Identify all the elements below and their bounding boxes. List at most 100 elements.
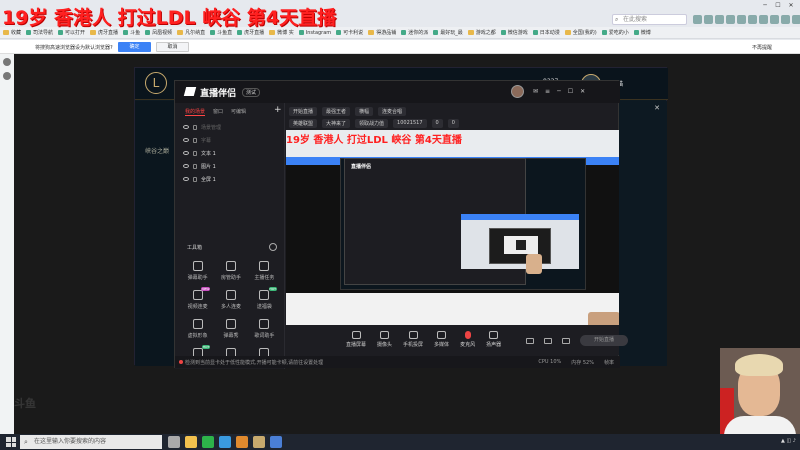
eye-icon[interactable] xyxy=(183,151,189,155)
tool-button[interactable]: 房管助手 xyxy=(214,261,247,281)
source-button[interactable]: 手机投屏 xyxy=(403,331,423,348)
tool-button[interactable]: NEW 视频连麦 xyxy=(181,287,214,310)
scene-tab[interactable]: 可编辑 xyxy=(231,108,246,116)
tool-button[interactable]: HOT 送福袋 xyxy=(248,287,281,310)
start-live-button[interactable]: 开始直播 xyxy=(580,335,628,346)
tool-button[interactable]: 歌词助手 xyxy=(248,319,281,339)
info-pill[interactable]: 横幅 xyxy=(355,107,374,116)
bookmark-item[interactable]: 爱吃的小 xyxy=(601,29,629,36)
source-button[interactable]: 扬声器 xyxy=(486,331,501,348)
extension-icon[interactable] xyxy=(770,15,779,24)
bookmark-item[interactable]: 游戏之都 xyxy=(467,29,496,36)
info-pill[interactable]: 最强王者 xyxy=(322,107,351,116)
bookmark-item[interactable]: 斗鱼 xyxy=(123,29,140,36)
tool-button[interactable]: 弹幕秀 xyxy=(214,319,247,339)
bookmark-item[interactable]: 得游品铺 xyxy=(368,29,396,36)
bookmark-item[interactable]: 最好玩_最 xyxy=(433,29,463,36)
rail-icon[interactable] xyxy=(3,58,11,66)
bookmark-item[interactable]: 迷你的派 xyxy=(401,29,428,36)
eye-icon[interactable] xyxy=(183,164,189,168)
bookmark-item[interactable]: 全国(我的) xyxy=(564,29,597,36)
lock-icon[interactable] xyxy=(193,137,197,143)
scene-item[interactable]: 场景管理 xyxy=(183,123,221,131)
info-pill[interactable]: 连麦合唱 xyxy=(378,107,407,116)
minimize-icon[interactable]: ─ xyxy=(760,2,770,10)
bookmark-item[interactable]: 微博 xyxy=(633,29,651,36)
bookmark-item[interactable]: 斗鱼直 xyxy=(210,29,232,36)
taskbar-search-input[interactable]: ⌕ 在这里输入你要搜索的内容 xyxy=(20,435,162,449)
source-button[interactable]: 多媒体 xyxy=(434,331,449,348)
search-input[interactable]: ⌕ 在此搜索 xyxy=(612,14,687,25)
bookmark-item[interactable]: 可以打开 xyxy=(58,29,85,36)
extension-icon[interactable] xyxy=(748,15,757,24)
lock-icon[interactable] xyxy=(193,163,197,169)
camera-icon[interactable] xyxy=(526,337,534,344)
bookmark-item[interactable]: 微博 实 xyxy=(269,29,294,36)
bookmark-item[interactable]: Instagram xyxy=(298,30,331,36)
notify-dont-remind[interactable]: 不再提醒 xyxy=(752,44,772,51)
extension-icon[interactable] xyxy=(726,15,735,24)
scene-item[interactable]: 字幕 xyxy=(183,136,221,144)
info-pill[interactable]: 开始直播 xyxy=(289,107,318,116)
scene-tab[interactable]: 窗口 xyxy=(213,108,223,116)
task-view-icon[interactable] xyxy=(168,436,180,448)
maximize-icon[interactable]: ☐ xyxy=(568,88,573,95)
lol-icon[interactable] xyxy=(253,436,265,448)
extension-icon[interactable] xyxy=(704,15,713,24)
scene-tab[interactable]: 我的场景 xyxy=(185,108,206,116)
extension-icon[interactable] xyxy=(759,15,768,24)
avatar[interactable] xyxy=(511,85,524,98)
source-button[interactable]: 摄像头 xyxy=(377,331,392,348)
bookmark-item[interactable]: 虎牙直播 xyxy=(237,29,264,36)
eye-icon[interactable] xyxy=(183,138,189,142)
close-icon[interactable]: ✕ xyxy=(786,2,796,10)
close-icon[interactable]: ✕ xyxy=(654,104,660,112)
windows-start-icon[interactable] xyxy=(6,437,16,447)
eye-icon[interactable] xyxy=(183,125,189,129)
add-scene-icon[interactable]: + xyxy=(274,105,282,115)
rail-icon[interactable] xyxy=(3,72,11,80)
file-explorer-icon[interactable] xyxy=(185,436,197,448)
bookmark-item[interactable]: 收藏 xyxy=(3,29,21,36)
tool-button[interactable]: 多人连麦 xyxy=(214,290,247,310)
tool-button[interactable]: 弹幕助手 xyxy=(181,261,214,281)
app-icon[interactable] xyxy=(236,436,248,448)
bookmark-item[interactable]: 司法导航 xyxy=(26,29,53,36)
gear-icon[interactable] xyxy=(269,243,277,251)
extension-icon[interactable] xyxy=(792,15,800,24)
lock-icon[interactable] xyxy=(193,124,197,130)
extension-icon[interactable] xyxy=(693,15,702,24)
extension-icon[interactable] xyxy=(715,15,724,24)
extension-icon[interactable] xyxy=(781,15,790,24)
app-icon[interactable] xyxy=(270,436,282,448)
notify-ok-button[interactable]: 确定 xyxy=(118,42,151,52)
bookmark-item[interactable]: 凤凰视频 xyxy=(145,29,172,36)
bookmark-icon xyxy=(58,30,64,35)
bookmark-item[interactable]: 凡尔纳直 xyxy=(177,29,205,36)
maximize-icon[interactable]: ☐ xyxy=(773,2,783,10)
app-icon[interactable] xyxy=(219,436,231,448)
bookmark-item[interactable]: 微信游戏 xyxy=(500,29,528,36)
source-button[interactable]: 直播屏幕 xyxy=(346,331,366,348)
eye-icon[interactable] xyxy=(183,177,189,181)
eye-icon[interactable] xyxy=(544,337,552,344)
bookmark-item[interactable]: 可卡利说 xyxy=(336,29,363,36)
menu-icon[interactable]: ≡ xyxy=(545,88,550,95)
tool-button[interactable]: 虚拟形象 xyxy=(181,319,214,339)
gear-icon[interactable] xyxy=(562,337,570,344)
source-button[interactable]: 麦克风 xyxy=(460,331,475,348)
minimize-icon[interactable]: ─ xyxy=(557,88,561,95)
browser-icon[interactable] xyxy=(202,436,214,448)
extension-icon[interactable] xyxy=(737,15,746,24)
bookmark-item[interactable]: 日本动漫 xyxy=(532,29,560,36)
lock-icon[interactable] xyxy=(193,150,197,156)
message-icon[interactable]: ✉ xyxy=(533,88,538,95)
scene-item[interactable]: 文本 1 xyxy=(183,149,221,157)
bookmark-item[interactable]: 虎牙直播 xyxy=(90,29,118,36)
close-icon[interactable]: ✕ xyxy=(580,88,585,95)
tool-button[interactable]: 主播任务 xyxy=(248,261,281,281)
scene-item[interactable]: 全屏 1 xyxy=(183,175,221,183)
lock-icon[interactable] xyxy=(193,176,197,182)
notify-cancel-button[interactable]: 取消 xyxy=(156,42,189,52)
scene-item[interactable]: 图片 1 xyxy=(183,162,221,170)
